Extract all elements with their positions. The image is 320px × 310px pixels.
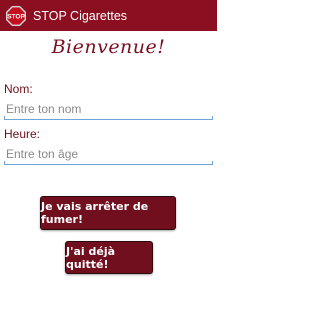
app-title: STOP Cigarettes bbox=[33, 8, 128, 23]
name-input[interactable] bbox=[4, 98, 213, 120]
already-quit-button[interactable]: J'ai déjà quitté! bbox=[65, 241, 153, 274]
stop-sign-icon[interactable]: STOP bbox=[5, 5, 27, 27]
name-input-edge-right bbox=[212, 116, 213, 120]
age-input[interactable] bbox=[4, 143, 213, 165]
age-input-edge-right bbox=[212, 161, 213, 165]
welcome-heading: Bienvenue! bbox=[51, 36, 166, 58]
stop-smoking-button[interactable]: Je vais arrêter de fumer! bbox=[40, 196, 176, 230]
age-label: Heure: bbox=[4, 127, 41, 141]
action-bar: STOP STOP Cigarettes bbox=[0, 0, 217, 31]
svg-text:STOP: STOP bbox=[7, 13, 25, 20]
name-input-edge-left bbox=[4, 116, 5, 120]
age-input-edge-left bbox=[4, 161, 5, 165]
name-label: Nom: bbox=[4, 82, 33, 96]
